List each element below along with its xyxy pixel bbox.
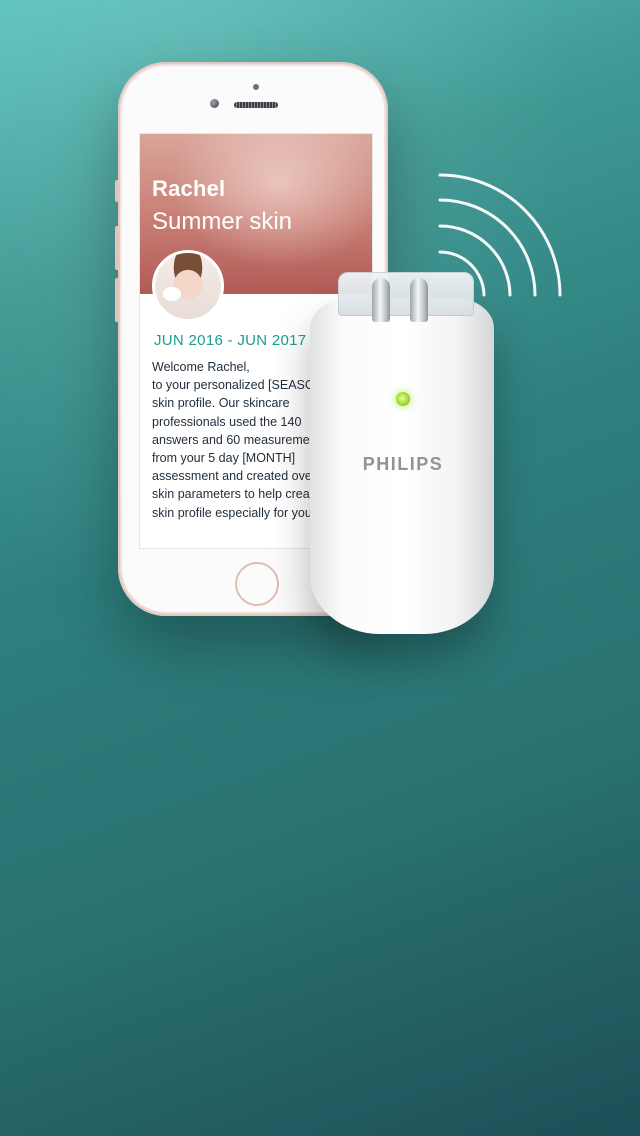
profile-name: Rachel: [152, 176, 226, 201]
front-camera-icon: [210, 99, 219, 108]
phone-volume-up: [115, 226, 119, 270]
phone-sensor: [253, 84, 259, 90]
phone-speaker: [234, 102, 278, 108]
device-brand-logo: PHILIPS: [362, 454, 444, 474]
device-sensor-cap: [338, 272, 474, 322]
profile-subtitle: Summer skin: [152, 208, 293, 235]
device-body: PHILIPS: [310, 298, 494, 634]
home-button[interactable]: [235, 562, 279, 606]
phone-volume-down: [115, 278, 119, 322]
date-range: JUN 2016 - JUN 2017: [154, 332, 307, 349]
phone-side-button: [115, 180, 119, 202]
status-led-icon: [396, 392, 410, 406]
sensor-pin-left: [372, 278, 390, 322]
sensor-pin-right: [410, 278, 428, 322]
avatar: [152, 250, 224, 322]
skin-measurement-device: PHILIPS: [308, 250, 498, 640]
avatar-device-hand: [163, 287, 181, 301]
